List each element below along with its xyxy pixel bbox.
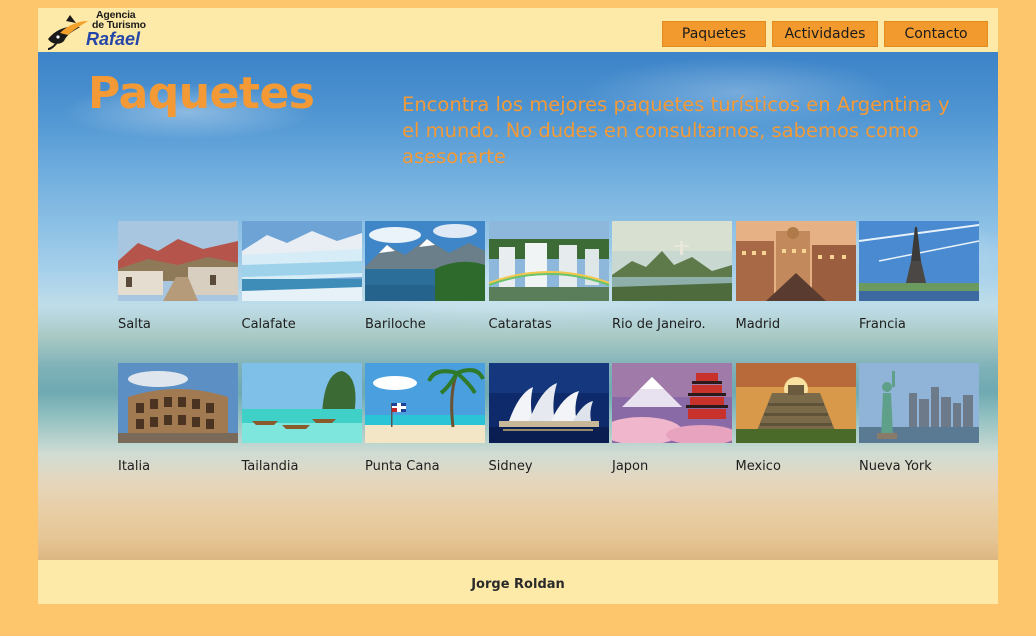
packages-row-1: Salta Calafate Bariloche Cataratas Rio d… <box>118 221 983 332</box>
package-card-nueva-york[interactable]: Nueva York <box>859 363 979 474</box>
package-label: Calafate <box>241 317 296 332</box>
sidney-photo <box>488 363 609 443</box>
package-label: Bariloche <box>365 317 426 332</box>
package-card-italia[interactable]: Italia <box>118 363 238 474</box>
punta-cana-photo <box>365 363 485 443</box>
logo-line-rafael: Rafael <box>86 29 141 49</box>
site-header: Agencia de Turismo Rafael Paquetes Activ… <box>38 8 998 52</box>
package-card-japon[interactable]: Japon <box>612 363 732 474</box>
italia-photo <box>118 363 238 443</box>
package-card-calafate[interactable]: Calafate <box>241 221 362 332</box>
footer-author: Jorge Roldan <box>471 577 565 592</box>
site-logo[interactable]: Agencia de Turismo Rafael <box>46 9 166 51</box>
package-card-cataratas[interactable]: Cataratas <box>488 221 609 332</box>
packages-row-2: Italia Tailandia Punta Cana Sidney Japon… <box>118 363 983 474</box>
tailandia-photo <box>241 363 362 443</box>
package-card-rio[interactable]: Rio de Janeiro. <box>612 221 732 332</box>
rio-de-janeiro-photo <box>612 221 732 301</box>
package-card-sidney[interactable]: Sidney <box>488 363 609 474</box>
package-label: Punta Cana <box>365 459 440 474</box>
mexico-photo <box>735 363 856 443</box>
package-label: Tailandia <box>241 459 299 474</box>
bariloche-photo <box>365 221 485 301</box>
francia-photo <box>859 221 979 301</box>
package-label: Rio de Janeiro. <box>612 317 706 332</box>
package-card-mexico[interactable]: Mexico <box>735 363 856 474</box>
package-card-madrid[interactable]: Madrid <box>735 221 856 332</box>
nav-actividades-button[interactable]: Actividades <box>772 21 878 47</box>
package-label: Nueva York <box>859 459 932 474</box>
package-label: Madrid <box>735 317 781 332</box>
page-container: Agencia de Turismo Rafael Paquetes Activ… <box>38 8 998 604</box>
package-label: Cataratas <box>488 317 552 332</box>
package-card-francia[interactable]: Francia <box>859 221 979 332</box>
package-label: Mexico <box>735 459 781 474</box>
nav-contacto-button[interactable]: Contacto <box>884 21 988 47</box>
package-label: Francia <box>859 317 906 332</box>
package-label: Italia <box>118 459 151 474</box>
package-label: Sidney <box>488 459 533 474</box>
package-label: Salta <box>118 317 151 332</box>
salta-photo <box>118 221 238 301</box>
hero-description: Encontra los mejores paquetes turísticos… <box>402 93 950 168</box>
page-title: Paquetes <box>88 68 315 119</box>
package-card-salta[interactable]: Salta <box>118 221 238 332</box>
madrid-photo <box>735 221 856 301</box>
toucan-logo-icon <box>47 15 88 50</box>
calafate-photo <box>241 221 362 301</box>
japon-photo <box>612 363 732 443</box>
package-label: Japon <box>612 459 649 474</box>
package-card-punta-cana[interactable]: Punta Cana <box>365 363 485 474</box>
package-card-bariloche[interactable]: Bariloche <box>365 221 485 332</box>
nueva-york-photo <box>859 363 979 443</box>
nav-paquetes-button[interactable]: Paquetes <box>662 21 766 47</box>
main-nav: Paquetes Actividades Contacto <box>662 21 988 47</box>
hero-section: Paquetes Encontra los mejores paquetes t… <box>38 52 998 560</box>
cataratas-photo <box>488 221 609 301</box>
package-card-tailandia[interactable]: Tailandia <box>241 363 362 474</box>
site-footer: Jorge Roldan <box>38 560 998 604</box>
